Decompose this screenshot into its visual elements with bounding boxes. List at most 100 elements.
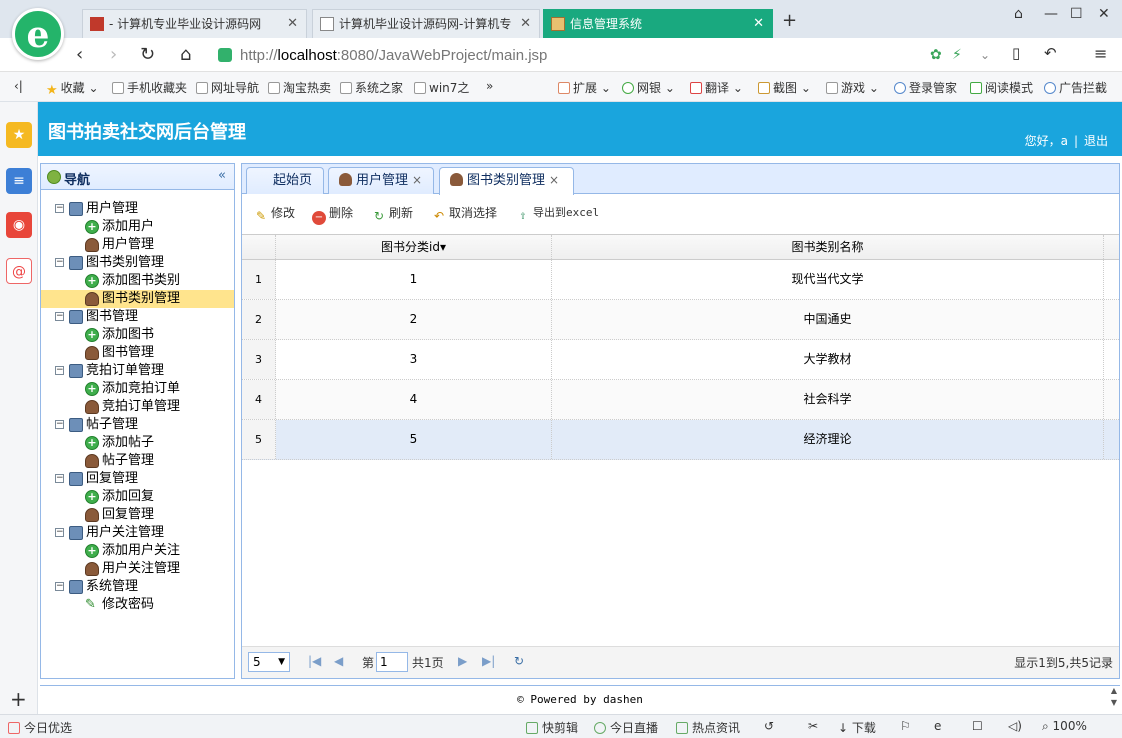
cell-name[interactable]: 经济理论 [552, 420, 1104, 459]
undo-icon[interactable]: ↶ [1044, 44, 1057, 62]
weibo-icon[interactable]: ◉ [6, 212, 32, 238]
bookmark-xitong[interactable]: 系统之家 [340, 79, 403, 96]
flag-icon[interactable]: ⚐ [900, 719, 911, 733]
cell-name[interactable]: 社会科学 [552, 380, 1104, 419]
next-page-icon[interactable]: ▶ [458, 654, 467, 668]
refresh-icon[interactable]: ↻ [514, 654, 524, 668]
table-row[interactable]: 2 2 中国通史 [242, 300, 1119, 340]
mail-icon[interactable]: @ [6, 258, 32, 284]
tool-login-manager[interactable]: 登录管家 [894, 79, 957, 96]
add-plus-icon[interactable]: + [10, 687, 27, 711]
prev-page-icon[interactable]: ◀ [334, 654, 343, 668]
tool-extensions[interactable]: 扩展 ⌄ [558, 79, 611, 96]
nav-leaf-item[interactable]: + 添加用户 [41, 218, 234, 236]
back-arrow-icon[interactable]: ‹ [76, 44, 83, 65]
nav-group-item[interactable]: − 用户管理 [41, 200, 234, 218]
bookmark-taobao[interactable]: 淘宝热卖 [268, 79, 331, 96]
edit-button[interactable]: ✎ 修改 [254, 204, 295, 223]
page-number-input[interactable]: 1 [376, 652, 408, 672]
collapse-minus-icon[interactable]: − [55, 258, 64, 267]
window-close-icon[interactable]: ✕ [1098, 6, 1110, 22]
browser-tab-1[interactable]: - 计算机专业毕业设计源码网 ✕ [82, 9, 307, 38]
cell-id[interactable]: 1 [276, 260, 552, 299]
nav-leaf-item[interactable]: ✎ 修改密码 [41, 596, 234, 614]
bookmark-mobile[interactable]: 手机收藏夹 [112, 79, 187, 96]
nav-leaf-item[interactable]: 图书管理 [41, 344, 234, 362]
lightning-icon[interactable]: ⚡ [952, 47, 962, 63]
wrench-icon[interactable]: ✂ [808, 719, 818, 733]
nav-group-item[interactable]: − 竞拍订单管理 [41, 362, 234, 380]
cell-id[interactable]: 4 [276, 380, 552, 419]
nav-leaf-item[interactable]: 竞拍订单管理 [41, 398, 234, 416]
refresh-button[interactable]: ↻ 刷新 [372, 204, 413, 223]
nav-group-item[interactable]: − 回复管理 [41, 470, 234, 488]
tool-games[interactable]: 游戏 ⌄ [826, 79, 879, 96]
collapse-minus-icon[interactable]: − [55, 366, 64, 375]
nav-group-item[interactable]: − 帖子管理 [41, 416, 234, 434]
cell-id[interactable]: 3 [276, 340, 552, 379]
delete-button[interactable]: − 删除 [312, 204, 353, 225]
collapse-minus-icon[interactable]: − [55, 528, 64, 537]
status-download[interactable]: ↓ 下载 [838, 719, 876, 736]
forward-arrow-icon[interactable]: › [110, 44, 117, 65]
bookmark-win7[interactable]: win7之 [414, 79, 469, 96]
tool-adblock[interactable]: 广告拦截 [1044, 79, 1107, 96]
nav-leaf-item[interactable]: 回复管理 [41, 506, 234, 524]
tool-reading-mode[interactable]: 阅读模式 [970, 79, 1033, 96]
phone-icon[interactable]: ▯ [1012, 44, 1020, 62]
status-live[interactable]: 今日直播 [594, 719, 658, 736]
bookmark-nav[interactable]: 网址导航 [196, 79, 259, 96]
collapse-icon[interactable]: « [218, 168, 226, 183]
nav-leaf-item[interactable]: + 添加图书 [41, 326, 234, 344]
cancel-selection-button[interactable]: ↶ 取消选择 [432, 204, 497, 223]
sidebar-toggle-icon[interactable]: ‹| [14, 79, 23, 93]
skin-icon[interactable]: ⌂ [1014, 6, 1023, 22]
close-icon[interactable]: ✕ [753, 10, 764, 38]
nav-group-item[interactable]: − 系统管理 [41, 578, 234, 596]
collapse-minus-icon[interactable]: − [55, 312, 64, 321]
close-icon[interactable]: × [412, 173, 422, 187]
new-tab-plus-icon[interactable]: + [782, 10, 797, 31]
favorites-star-icon[interactable]: ★ [6, 122, 32, 148]
dropdown-chevron-icon[interactable]: ⌄ [980, 48, 990, 62]
nav-leaf-item[interactable]: + 添加图书类别 [41, 272, 234, 290]
cell-id[interactable]: 5 [276, 420, 552, 459]
today-picks[interactable]: 今日优选 [8, 719, 72, 736]
tab-start-page[interactable]: 起始页 [246, 167, 324, 194]
table-row[interactable]: 5 5 经济理论 [242, 420, 1119, 460]
close-icon[interactable]: × [549, 173, 559, 187]
browser-tab-3-active[interactable]: 信息管理系统 ✕ [543, 9, 773, 38]
logout-link[interactable]: 退出 [1084, 134, 1108, 148]
window-icon[interactable]: ☐ [972, 719, 983, 733]
zoom-control[interactable]: ⌕ 100% [1042, 719, 1087, 734]
first-page-icon[interactable]: |◀ [308, 654, 321, 668]
ie-icon[interactable]: e [934, 719, 941, 733]
tab-user-management[interactable]: 用户管理 × [328, 167, 434, 194]
speed-icon[interactable]: ↺ [764, 719, 774, 733]
status-news[interactable]: 热点资讯 [676, 719, 740, 736]
collapse-minus-icon[interactable]: − [55, 474, 64, 483]
page-size-select[interactable]: 5 ▼ [248, 652, 290, 672]
list-icon[interactable]: ≡ [6, 168, 32, 194]
reload-icon[interactable]: ↻ [140, 44, 155, 65]
minimize-icon[interactable]: — [1044, 6, 1058, 22]
cell-name[interactable]: 大学教材 [552, 340, 1104, 379]
collapse-minus-icon[interactable]: − [55, 204, 64, 213]
nav-leaf-item[interactable]: 图书类别管理 [41, 290, 234, 308]
column-header-id[interactable]: 图书分类id▾ [276, 235, 552, 259]
table-row[interactable]: 4 4 社会科学 [242, 380, 1119, 420]
cell-id[interactable]: 2 [276, 300, 552, 339]
tab-book-category-management[interactable]: 图书类别管理 × [439, 167, 574, 195]
collapse-minus-icon[interactable]: − [55, 420, 64, 429]
export-excel-button[interactable]: ⇪ 导出到excel [516, 204, 599, 222]
cell-name[interactable]: 现代当代文学 [552, 260, 1104, 299]
nav-leaf-item[interactable]: + 添加帖子 [41, 434, 234, 452]
nav-group-item[interactable]: − 图书管理 [41, 308, 234, 326]
browser-logo-icon[interactable]: e [12, 8, 64, 60]
cell-name[interactable]: 中国通史 [552, 300, 1104, 339]
tool-screenshot[interactable]: 截图 ⌄ [758, 79, 811, 96]
accelerate-icon[interactable]: ✿ [930, 47, 942, 63]
table-row[interactable]: 1 1 现代当代文学 [242, 260, 1119, 300]
nav-leaf-item[interactable]: 用户关注管理 [41, 560, 234, 578]
nav-leaf-item[interactable]: + 添加竞拍订单 [41, 380, 234, 398]
